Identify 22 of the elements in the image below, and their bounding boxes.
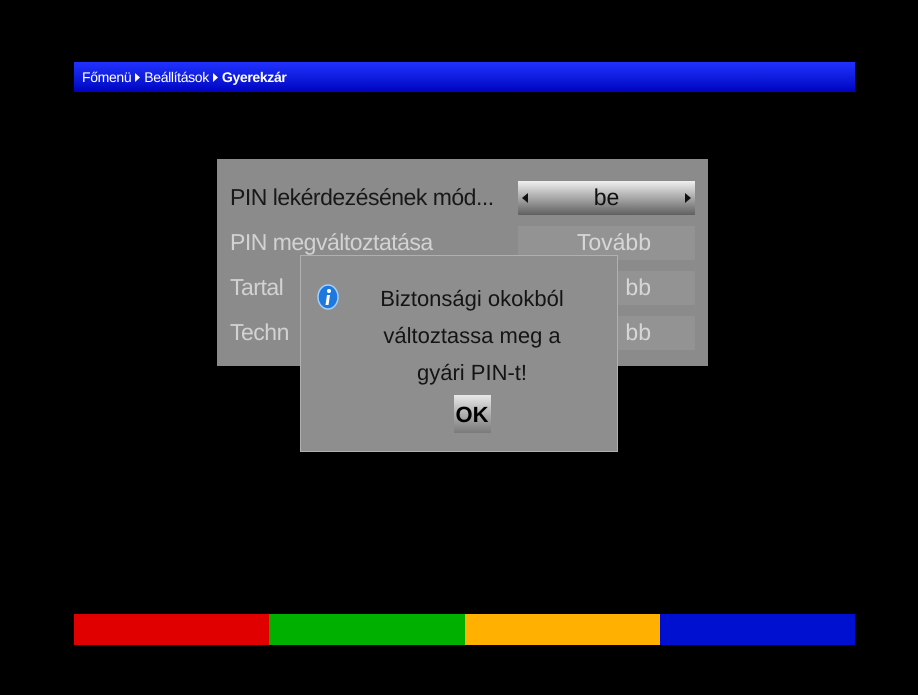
breadcrumb-item[interactable]: Beállítások <box>144 66 209 88</box>
setting-label: PIN megváltoztatása <box>230 229 433 256</box>
dialog-message-line: gyári PIN-t! <box>416 359 528 387</box>
dialog-message-line: változtassa meg a <box>383 322 561 350</box>
color-key-bar[interactable] <box>74 614 270 645</box>
color-key-bar[interactable] <box>660 614 855 645</box>
setting-label: Tartal <box>230 274 284 300</box>
breadcrumb-arrow-icon <box>212 72 218 82</box>
setting-label: PIN lekérdezésének mód... <box>230 184 494 210</box>
color-key-bar[interactable] <box>269 614 464 645</box>
breadcrumb-item[interactable]: Főmenü <box>82 66 132 88</box>
dialog-message-line: Biztonsági okokból <box>380 285 564 313</box>
info-icon <box>317 284 339 310</box>
breadcrumb-arrow-icon <box>135 72 140 82</box>
value-selector[interactable]: be <box>518 180 695 214</box>
breadcrumb-item[interactable]: Gyerekzár <box>222 66 286 88</box>
selector-value: be <box>594 183 620 212</box>
right-arrow-icon <box>685 192 691 202</box>
color-key-bar[interactable] <box>464 614 660 645</box>
setting-label: Techn <box>230 319 289 346</box>
left-arrow-icon <box>522 192 528 202</box>
ok-button[interactable]: OK <box>454 395 490 433</box>
